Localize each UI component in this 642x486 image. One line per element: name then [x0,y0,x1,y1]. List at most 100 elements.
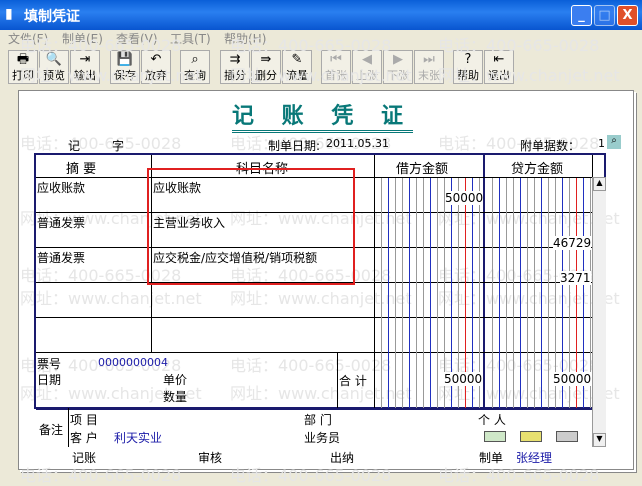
grid-line [374,177,375,408]
close-button[interactable]: X [617,5,638,26]
toolbar-label: 保存 [114,69,136,82]
help-icon: ? [464,52,472,67]
amount-digit-line [520,178,521,408]
date-label: 制单日期: [268,139,321,153]
toolbar-button-10[interactable]: ◀ 上张 [352,50,382,84]
date-row-label: 日期 [37,373,62,387]
row-summary[interactable]: 普通发票 [37,249,85,266]
toolbar-label: 预览 [43,69,65,82]
maker-name: 张经理 [516,451,553,465]
customer-value[interactable]: 利天实业 [114,429,162,446]
delete-row-icon: ⇛ [260,52,272,67]
maximize-button[interactable]: □ [594,5,615,26]
maker-label: 制单 [479,451,504,465]
grid-line [36,317,592,318]
toolbar: 🖶 打印 🔍 预览 ⇥ 输出 💾 保存 ↶ 放弃 ⌕ 查询 ⇉ 插分 ⇛ 删分 ✎ 流量 ⏮ 首张 ◀ 上张 ▶ 下张 ⏭ 末张?… [0,48,642,86]
remarks-label: 备注 [39,423,64,437]
toolbar-label: 打印 [12,69,34,82]
grid-line [36,352,592,353]
row-credit[interactable]: 46729 [553,236,592,250]
search-icon[interactable]: ⌕ [607,135,621,149]
toolbar-button-1[interactable]: 🔍 预览 [39,50,69,84]
total-credit: 50000 [553,372,592,386]
menu-item[interactable]: 帮助(H) [224,30,266,47]
row-summary[interactable]: 普通发票 [37,214,85,231]
menu-bar: 文件(F) 制单(E) 查看(V) 工具(T) 帮助(H) [0,30,642,46]
amount-digit-line [409,178,410,408]
department-label: 部 门 [304,413,332,427]
amount-digit-line [395,178,396,408]
minimize-button[interactable]: _ [571,5,592,26]
row-summary[interactable]: 应收账款 [37,179,85,196]
amount-digit-line [506,178,507,408]
attach-count[interactable]: 1 [598,137,605,150]
amount-digit-line [437,178,438,408]
binoculars-icon: ⌕ [191,52,199,67]
cashier-label: 出纳 [330,451,355,465]
amount-digit-line [388,178,389,408]
menu-item[interactable]: 制单(E) [62,30,103,47]
prev-icon: ◀ [362,52,372,67]
voucher-type-suffix: 字 [112,139,125,153]
customer-label: 客 户 [70,431,98,445]
reviewer-label: 审核 [198,451,223,465]
toolbar-button-8[interactable]: ✎ 流量 [282,50,312,84]
row-debit[interactable]: 50000 [445,191,484,205]
toolbar-button-0[interactable]: 🖶 打印 [8,50,38,84]
printer-icon: 🖶 [16,52,30,67]
pencil-icon: ✎ [291,52,303,67]
toolbar-button-4[interactable]: ↶ 放弃 [141,50,171,84]
ticket-number[interactable]: 0000000004 [98,356,168,369]
toolbar-button-12[interactable]: ⏭ 末张 [414,50,444,84]
header-debit: 借方金额 [396,162,449,177]
voucher-date[interactable]: 2011.05.31 [326,137,389,150]
amount-digit-line [416,178,417,408]
scroll-up-button[interactable]: ▲ [593,177,606,191]
toolbar-label: 放弃 [145,69,167,82]
toolbar-button-7[interactable]: ⇛ 删分 [251,50,281,84]
toolbar-button-9[interactable]: ⏮ 首张 [321,50,351,84]
card-icon[interactable] [520,431,542,442]
toolbar-button-13[interactable]: ? 帮助 [453,50,483,84]
voucher-type[interactable]: 记 [68,137,80,154]
total-debit: 50000 [444,372,483,386]
amount-digit-line [430,178,431,408]
header-summary: 摘 要 [66,162,97,177]
title-bar: ▮ 填制凭证 _ □ X [0,0,642,30]
bookkeeper-label: 记账 [72,451,97,465]
menu-item[interactable]: 工具(T) [170,30,211,47]
toolbar-button-5[interactable]: ⌕ 查询 [180,50,210,84]
amount-digit-line [499,178,500,408]
scrollbar[interactable]: ▲ ▼ [592,177,606,447]
undo-icon: ↶ [150,52,162,67]
toolbar-label: 查询 [184,69,206,82]
toolbar-button-14[interactable]: ⇤ 退出 [484,50,514,84]
toolbar-button-3[interactable]: 💾 保存 [110,50,140,84]
amount-digit-line [402,178,403,408]
next-icon: ▶ [393,52,403,67]
toolbar-button-2[interactable]: ⇥ 输出 [70,50,100,84]
amount-digit-line [548,178,549,408]
voucher-title: 记 账 凭 证 [232,98,413,133]
amount-digit-line [527,178,528,408]
header-credit: 贷方金额 [511,162,564,177]
insert-row-icon: ⇉ [229,52,241,67]
amount-digit-line [541,178,542,408]
grid-line [68,408,69,447]
menu-item[interactable]: 查看(V) [116,30,158,47]
row-credit[interactable]: 3271 [560,271,591,285]
salesman-label: 业务员 [304,431,341,445]
exit-icon: ⇤ [493,52,505,67]
tool-icon[interactable] [556,431,578,442]
scroll-down-button[interactable]: ▼ [593,433,606,447]
toolbar-label: 首张 [325,69,347,82]
save-icon: 💾 [116,52,134,67]
toolbar-button-6[interactable]: ⇉ 插分 [220,50,250,84]
note-icon[interactable] [484,431,506,442]
toolbar-button-11[interactable]: ▶ 下张 [383,50,413,84]
amount-digit-line [513,178,514,408]
grid-line [36,408,604,410]
amount-digit-line [534,178,535,408]
menu-item[interactable]: 文件(F) [8,30,48,47]
ticket-label: 票号 [37,357,62,371]
